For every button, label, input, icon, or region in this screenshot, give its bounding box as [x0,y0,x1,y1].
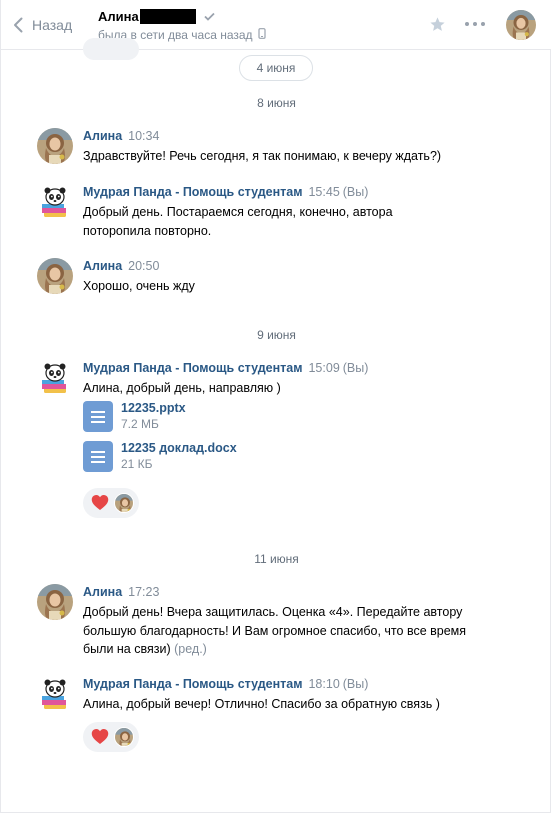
heart-icon [91,728,109,748]
heart-icon [91,494,109,514]
document-name[interactable]: 12235.pptx [121,401,186,415]
back-chevron-icon [13,17,23,33]
back-label: Назад [32,17,73,33]
peer-avatar[interactable] [506,10,536,40]
avatar[interactable] [37,584,73,620]
back-button[interactable]: Назад [13,14,72,36]
message-meta: Мудрая Панда - Помощь студентам 15:45 (Вы) [83,185,368,199]
reactions-peek[interactable] [83,38,139,60]
star-icon[interactable] [429,16,446,36]
date-separator: 9 июня [257,328,296,342]
author-name[interactable]: Алина [83,129,122,143]
avatar[interactable] [37,676,73,712]
reactor-avatar[interactable] [114,727,134,747]
author-name[interactable]: Мудрая Панда - Помощь студентам [83,361,302,375]
message-time[interactable]: 15:09 [308,361,339,375]
message-meta: Мудрая Панда - Помощь студентам 18:10 (Вы) [83,677,368,691]
edited-label[interactable]: (ред.) [174,642,207,656]
message-text: Добрый день! Вчера защитилась. Оценка «4… [83,603,478,659]
verified-check-icon [204,9,215,24]
document-name[interactable]: 12235 доклад.docx [121,441,237,455]
message-time[interactable]: 17:23 [128,585,159,599]
message-meta: Алина 20:50 [83,259,159,273]
peer-name-text: Алина [98,9,139,24]
date-separator: 11 июня [254,552,299,566]
message-text: Здравствуйте! Речь сегодня, я так понима… [83,149,442,163]
redaction-bar [139,9,196,24]
author-name[interactable]: Мудрая Панда - Помощь студентам [83,185,302,199]
document-attachment[interactable]: 12235.pptx 7.2 МБ [83,401,383,433]
you-label: (Вы) [342,361,369,375]
you-label: (Вы) [342,185,369,199]
message-time[interactable]: 20:50 [128,259,159,273]
author-name[interactable]: Алина [83,259,122,273]
message-meta: Мудрая Панда - Помощь студентам 15:09 (Вы) [83,361,368,375]
document-attachment[interactable]: 12235 доклад.docx 21 КБ [83,441,383,473]
mobile-phone-icon [257,28,266,42]
author-name[interactable]: Мудрая Панда - Помощь студентам [83,677,302,691]
you-label: (Вы) [342,677,369,691]
message-text: Алина, добрый вечер! Отлично! Спасибо за… [83,697,440,711]
message-time[interactable]: 18:10 [308,677,339,691]
document-icon [83,441,113,472]
document-size: 7.2 МБ [121,417,159,431]
floating-date-pill[interactable]: 4 июня [239,55,313,81]
more-dots-icon[interactable] [465,22,485,26]
avatar[interactable] [37,128,73,164]
message-meta: Алина 10:34 [83,129,159,143]
peer-name[interactable]: Алина [98,9,215,24]
author-name[interactable]: Алина [83,585,122,599]
reactions[interactable] [83,722,139,752]
document-icon [83,401,113,432]
avatar[interactable] [37,184,73,220]
reactor-avatar[interactable] [114,493,134,513]
message-meta: Алина 17:23 [83,585,159,599]
avatar[interactable] [37,258,73,294]
message-time[interactable]: 15:45 [308,185,339,199]
reactions[interactable] [83,488,139,518]
message-text: Добрый день. Постараемся сегодня, конечн… [83,205,393,238]
message-time[interactable]: 10:34 [128,129,159,143]
message-text-body: Добрый день! Вчера защитилась. Оценка «4… [83,605,467,656]
message-text: Хорошо, очень жду [83,279,195,293]
avatar[interactable] [37,360,73,396]
message-text: Алина, добрый день, направляю ) [83,381,281,395]
date-separator: 8 июня [257,96,296,110]
document-size: 21 КБ [121,457,153,471]
chat-window: Назад Алина была в сети два часа назад 4… [0,0,551,813]
